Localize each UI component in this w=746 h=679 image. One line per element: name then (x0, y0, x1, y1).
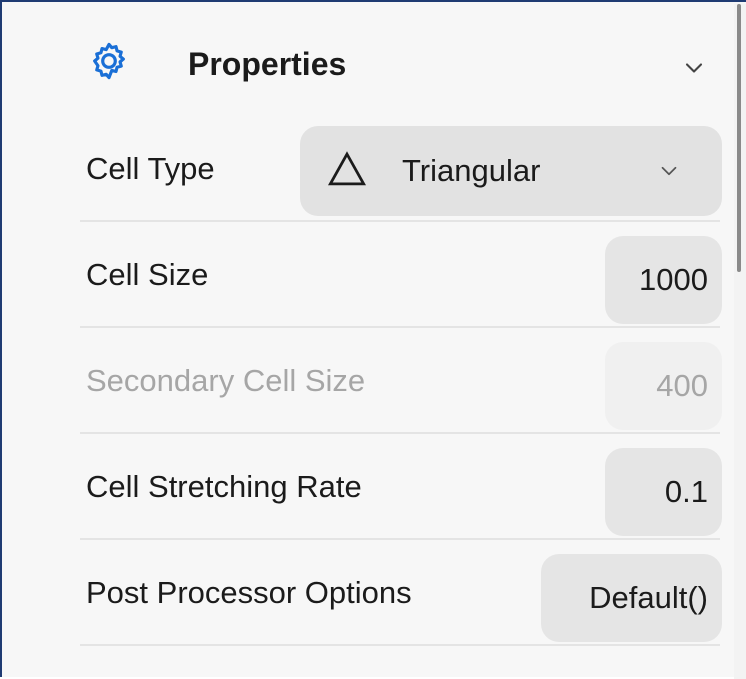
row-divider (80, 644, 720, 646)
cell-type-value: Triangular (402, 153, 541, 188)
secondary-cell-size-label: Secondary Cell Size (86, 363, 366, 398)
triangle-icon (327, 151, 367, 186)
properties-panel: Properties Cell Type Triangular Cell Siz… (4, 4, 734, 677)
panel-header[interactable]: Properties (4, 4, 734, 124)
cell-stretching-rate-input[interactable]: 0.1 (605, 448, 722, 536)
cell-size-label: Cell Size (86, 257, 209, 292)
gear-icon (93, 42, 125, 80)
panel-title: Properties (188, 46, 347, 82)
properties-window: Properties Cell Type Triangular Cell Siz… (0, 0, 746, 679)
chevron-down-icon[interactable] (680, 54, 708, 82)
cell-type-label: Cell Type (86, 151, 215, 186)
secondary-cell-size-input: 400 (605, 342, 722, 430)
cell-stretching-rate-label: Cell Stretching Rate (86, 469, 362, 504)
cell-size-input[interactable]: 1000 (605, 236, 722, 324)
property-row-cell-stretching-rate: Cell Stretching Rate 0.1 (4, 434, 734, 540)
property-row-cell-size: Cell Size 1000 (4, 222, 734, 328)
chevron-down-icon (661, 166, 677, 176)
post-processor-options-button[interactable]: Default() (541, 554, 722, 642)
property-row-post-processor-options: Post Processor Options Default() (4, 540, 734, 646)
property-row-secondary-cell-size: Secondary Cell Size 400 (4, 328, 734, 434)
post-processor-options-label: Post Processor Options (86, 575, 412, 610)
cell-type-dropdown[interactable]: Triangular (300, 126, 722, 216)
scrollbar-thumb[interactable] (737, 4, 741, 272)
